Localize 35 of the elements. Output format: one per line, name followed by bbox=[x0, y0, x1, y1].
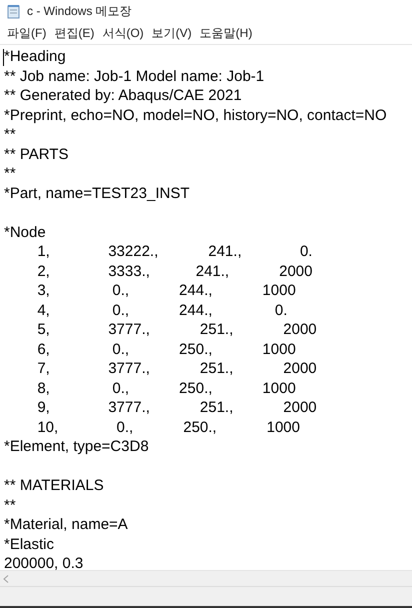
notepad-icon bbox=[7, 4, 21, 18]
text-line: 8, 0., 250., 1000 bbox=[36, 378, 296, 398]
window-title: c - Windows 메모장 bbox=[27, 3, 132, 20]
text-line: ** MATERIALS bbox=[4, 476, 104, 496]
text-line: ** Job name: Job-1 Model name: Job-1 bbox=[4, 66, 264, 86]
text-line: 6, 0., 250., 1000 bbox=[36, 340, 296, 359]
text-line: 7, 3777., 251., 2000 bbox=[36, 359, 317, 378]
menu-item[interactable]: 보기(V) bbox=[148, 23, 196, 43]
menu-item[interactable]: 서식(O) bbox=[98, 23, 148, 43]
text-line: 5, 3777., 251., 2000 bbox=[36, 320, 317, 340]
text-line: 200000, 0.3 bbox=[4, 554, 84, 570]
scroll-left-icon[interactable] bbox=[3, 574, 9, 582]
horizontal-scrollbar[interactable] bbox=[0, 570, 412, 586]
text-cursor bbox=[3, 49, 4, 66]
text-line: 2, 3333., 241., 2000 bbox=[36, 262, 312, 281]
text-line: *Part, name=TEST23_INST bbox=[4, 184, 190, 203]
menu-item[interactable]: 도움말(H) bbox=[196, 23, 256, 43]
text-line: *Material, name=A bbox=[4, 515, 128, 534]
text-line: 4, 0., 244., 0. bbox=[36, 300, 288, 320]
menu-item[interactable]: 편집(E) bbox=[50, 23, 98, 43]
text-line: *Elastic bbox=[4, 534, 54, 554]
text-line: ** bbox=[4, 164, 16, 184]
text-line: *Element, type=C3D8 bbox=[4, 437, 149, 456]
menu-item[interactable]: 파일(F) bbox=[3, 23, 50, 43]
text-line: 10, 0., 250., 1000 bbox=[36, 418, 300, 437]
text-line: 3, 0., 244., 1000 bbox=[36, 281, 296, 300]
text-line: *Preprint, echo=NO, model=NO, history=NO, contact=NO bbox=[4, 106, 387, 125]
text-line: *Heading bbox=[4, 47, 66, 66]
text-line: 1, 33222., 241., 0. bbox=[36, 242, 312, 262]
text-line: ** bbox=[4, 125, 16, 144]
text-line: ** bbox=[4, 496, 16, 515]
text-line: *Node bbox=[4, 222, 46, 242]
text-line: ** Generated by: Abaqus/CAE 2021 bbox=[4, 86, 242, 106]
text-line: ** PARTS bbox=[4, 144, 68, 164]
text-line: 9, 3777., 251., 2000 bbox=[36, 398, 317, 418]
